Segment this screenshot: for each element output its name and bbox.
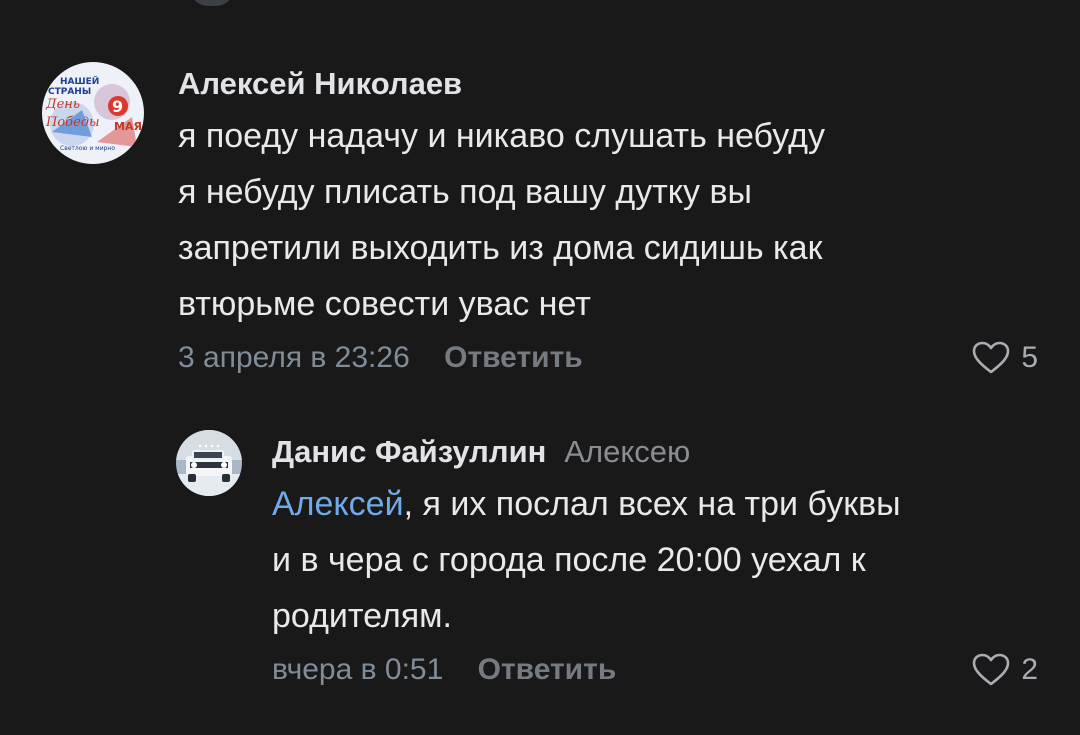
comment-text: я поеду надачу и никаво слушать небуду я… [178, 108, 1042, 332]
comment-text-fragment: , я их послал всех на три буквы [403, 485, 901, 523]
svg-text:Светлою и мирно: Светлою и мирно [60, 145, 115, 152]
heart-outline-icon [973, 653, 1010, 686]
comment-timestamp[interactable]: 3 апреля в 23:26 [178, 341, 410, 374]
previous-comment-avatar-fragment [190, 0, 234, 6]
comment-content: Алексей Николаев я поеду надачу и никаво… [178, 62, 1042, 380]
mention-link[interactable]: Алексей [272, 485, 404, 523]
like-count: 5 [1021, 341, 1038, 374]
comment-text-line: Алексей, я их послал всех на три буквы [272, 476, 1042, 532]
comment-text-line: я небуду плисать под вашу дутку вы [178, 173, 752, 211]
reply-to-label[interactable]: Алексею [564, 434, 690, 469]
comment-content: Данис Файзуллин Алексею Алексей, я их пос… [272, 430, 1042, 692]
avatar-victory-day-image: НАШЕЙ СТРАНЫ День Победы 9 МАЯ Светлою и… [42, 62, 144, 164]
comment-meta: 3 апреля в 23:26 Ответить 5 [178, 336, 1042, 380]
comment-text-line: родителям. [272, 597, 452, 635]
comment-text-line: я поеду надачу и никаво слушать небуду [178, 117, 825, 155]
svg-text:МАЯ: МАЯ [114, 120, 142, 133]
reply-button[interactable]: Ответить [444, 341, 583, 374]
comment-text-line: втюрьме совести увас нет [178, 285, 591, 323]
avatar[interactable]: НАШЕЙ СТРАНЫ День Победы 9 МАЯ Светлою и… [42, 62, 144, 164]
avatar-car-image [176, 430, 242, 496]
svg-text:День: День [45, 97, 80, 112]
svg-text:НАШЕЙ: НАШЕЙ [60, 75, 99, 87]
comment-text-line: и в чера с города после 20:00 уехал к [272, 541, 866, 579]
reply-button[interactable]: Ответить [478, 653, 617, 686]
svg-text:Победы: Победы [45, 115, 100, 130]
author-line: Данис Файзуллин Алексею [272, 430, 1042, 474]
svg-text:9: 9 [112, 97, 123, 116]
author-name[interactable]: Алексей Николаев [178, 66, 462, 101]
author-line: Алексей Николаев [178, 62, 1042, 106]
author-name[interactable]: Данис Файзуллин [272, 434, 546, 469]
heart-outline-icon [973, 341, 1010, 374]
comment-text-line: запретили выходить из дома сидишь как [178, 229, 823, 267]
like-button[interactable]: 2 [971, 648, 1038, 692]
comment-text: Алексей, я их послал всех на три буквы и… [272, 476, 1042, 644]
comment-meta: вчера в 0:51 Ответить 2 [272, 648, 1042, 692]
svg-text:СТРАНЫ: СТРАНЫ [48, 87, 91, 97]
like-count: 2 [1021, 653, 1038, 686]
avatar[interactable] [176, 430, 242, 496]
comment-timestamp[interactable]: вчера в 0:51 [272, 653, 443, 686]
like-button[interactable]: 5 [971, 336, 1038, 380]
